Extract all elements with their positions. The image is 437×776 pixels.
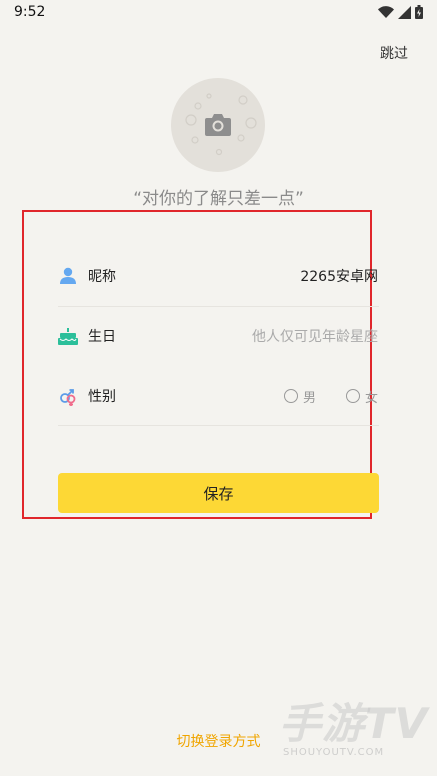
save-button[interactable]: 保存	[58, 473, 379, 513]
tagline: “对你的了解只差一点”	[133, 189, 304, 209]
birthday-row[interactable]: 生日 他人仅可见年龄星座	[58, 307, 378, 365]
radio-circle[interactable]	[283, 389, 298, 403]
gender-option-male[interactable]: 男	[283, 387, 316, 406]
skip-button[interactable]: 跳过	[380, 43, 408, 63]
gender-radio-group: 男 女	[254, 387, 378, 406]
birthday-label: 生日	[88, 329, 116, 345]
gender-option-female[interactable]: 女	[345, 387, 378, 406]
radio-label: 女	[364, 390, 378, 406]
status-icons	[378, 5, 423, 19]
status-time: 9:52	[14, 4, 46, 20]
nickname-label: 昵称	[88, 269, 116, 285]
watermark: 手游TV SHOUYOUTV.COM	[279, 690, 429, 774]
signal-icon	[398, 5, 411, 19]
divider	[58, 425, 379, 426]
user-icon	[58, 266, 78, 286]
gender-icon	[58, 386, 78, 406]
wifi-icon	[378, 5, 394, 18]
battery-icon	[415, 5, 423, 19]
status-bar: 9:52	[0, 0, 437, 26]
gender-row: 性别 男 女	[58, 367, 378, 425]
watermark-logo: 手游TV	[279, 699, 429, 748]
birthday-input[interactable]: 他人仅可见年龄星座	[252, 326, 378, 346]
nickname-input[interactable]: 2265安卓网	[300, 266, 378, 286]
nickname-row[interactable]: 昵称 2265安卓网	[58, 247, 378, 305]
cake-icon	[58, 326, 78, 346]
avatar-upload[interactable]	[171, 78, 265, 172]
radio-circle[interactable]	[345, 389, 360, 403]
gender-label: 性别	[88, 389, 116, 405]
radio-label: 男	[302, 390, 316, 406]
camera-icon	[205, 114, 231, 136]
